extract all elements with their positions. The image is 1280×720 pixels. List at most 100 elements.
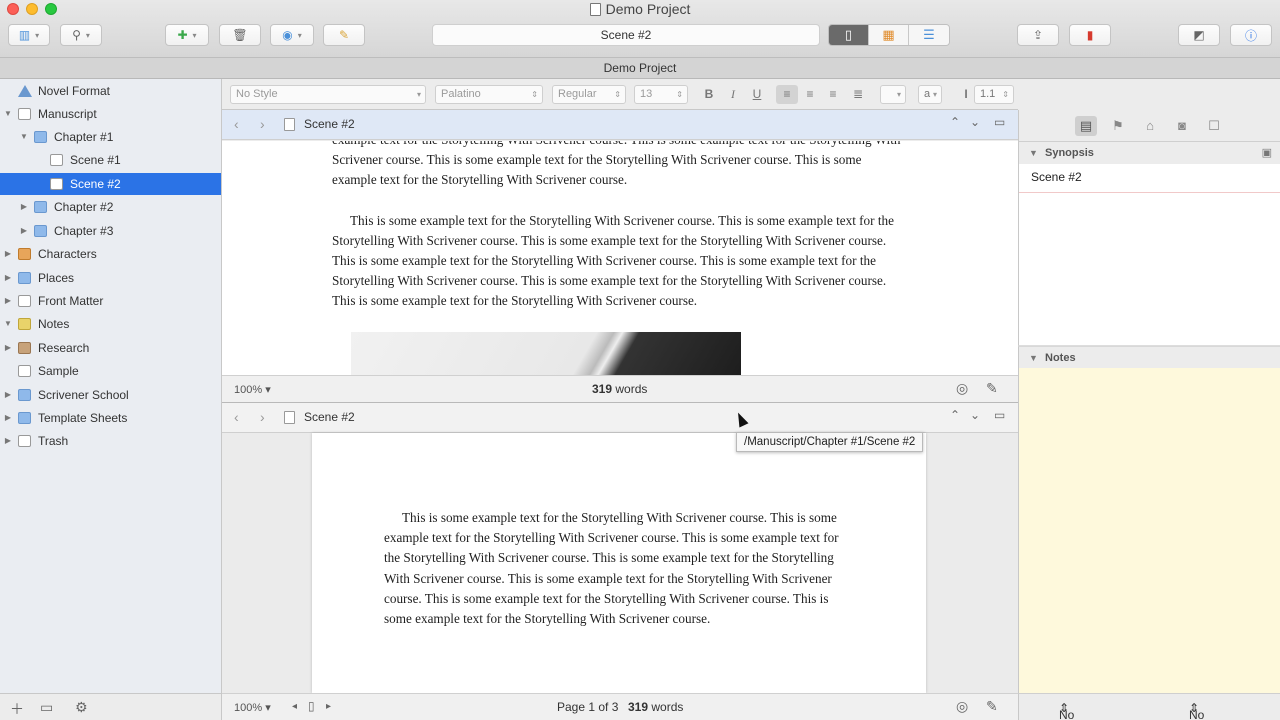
- compile-button[interactable]: ◉ ▾: [270, 24, 314, 46]
- target-icon[interactable]: ◎: [956, 698, 968, 715]
- disclosure-expanded-icon[interactable]: ▼: [3, 103, 13, 125]
- binder-item-notes[interactable]: ▼ Notes: [0, 313, 221, 335]
- align-center-button[interactable]: ≡: [799, 85, 821, 104]
- forward-arrow-icon[interactable]: ›: [260, 409, 265, 425]
- current-document-field[interactable]: Scene #2: [432, 24, 820, 46]
- search-button[interactable]: ⚲ ▾: [60, 24, 102, 46]
- disclosure-collapsed-icon[interactable]: ▶: [3, 267, 13, 289]
- quick-reference-button[interactable]: ✎: [323, 24, 365, 46]
- disclosure-collapsed-icon[interactable]: ▶: [3, 407, 13, 429]
- split-toggle-icon[interactable]: ▭: [994, 408, 1005, 422]
- disclosure-collapsed-icon[interactable]: ▶: [3, 430, 13, 452]
- inspector-toggle-button[interactable]: ⓘ: [1230, 24, 1272, 46]
- previous-document-icon[interactable]: ⌃: [950, 115, 960, 129]
- delete-button[interactable]: 🗑: [219, 24, 261, 46]
- bottom-editor-text[interactable]: This is some example text for the Storyt…: [384, 508, 854, 649]
- notes-panel[interactable]: [1018, 368, 1280, 693]
- add-item-button[interactable]: ✚ ▾: [165, 24, 209, 46]
- binder-item-template-sheets[interactable]: ▶ Template Sheets: [0, 407, 221, 429]
- outliner-view-button[interactable]: ☰: [909, 25, 949, 45]
- previous-document-icon[interactable]: ⌃: [950, 408, 960, 422]
- back-arrow-icon[interactable]: ‹: [234, 116, 239, 132]
- disclosure-collapsed-icon[interactable]: ▶: [19, 196, 29, 218]
- bold-button[interactable]: B: [698, 85, 720, 104]
- line-spacing-select[interactable]: 1.1 ⇕: [974, 85, 1014, 104]
- target-icon[interactable]: ◎: [956, 380, 968, 397]
- previous-page-icon[interactable]: ◂: [292, 701, 297, 712]
- binder-item-chapter-3[interactable]: ▶ Chapter #3: [0, 220, 221, 242]
- binder-item-characters[interactable]: ▶ Characters: [0, 243, 221, 265]
- disclosure-expanded-icon[interactable]: ▼: [1029, 347, 1038, 369]
- binder-item-manuscript[interactable]: ▼ Manuscript: [0, 103, 221, 125]
- top-editor-page[interactable]: example text for the Storytelling With S…: [222, 141, 1018, 375]
- synopsis-title[interactable]: Scene #2: [1031, 170, 1082, 184]
- style-select[interactable]: No Style ▾: [230, 85, 426, 104]
- binder-item-places[interactable]: ▶ Places: [0, 267, 221, 289]
- font-family-select[interactable]: Palatino ⇕: [435, 85, 543, 104]
- forward-arrow-icon[interactable]: ›: [260, 116, 265, 132]
- disclosure-collapsed-icon[interactable]: ▶: [19, 220, 29, 242]
- next-document-icon[interactable]: ⌄: [970, 408, 980, 422]
- italic-button[interactable]: I: [722, 85, 744, 104]
- add-icon[interactable]: ＋: [10, 699, 24, 719]
- binder-item-scene-2[interactable]: Scene #2: [0, 173, 221, 195]
- disclosure-collapsed-icon[interactable]: ▶: [3, 243, 13, 265]
- composition-mode-button[interactable]: ◩: [1178, 24, 1220, 46]
- notes-section-header[interactable]: ▼ Notes: [1018, 346, 1280, 368]
- gear-icon[interactable]: ⚙: [75, 699, 88, 716]
- synopsis-section-header[interactable]: ▼ Synopsis ▣: [1018, 142, 1280, 164]
- back-arrow-icon[interactable]: ‹: [234, 409, 239, 425]
- notebook-icon[interactable]: ▤: [1075, 116, 1097, 136]
- binder-item-chapter-2[interactable]: ▶ Chapter #2: [0, 196, 221, 218]
- snapshots-icon[interactable]: ◙: [1171, 116, 1193, 136]
- align-right-button[interactable]: ≡: [822, 85, 844, 104]
- scrivenings-view-button[interactable]: ▯: [829, 25, 869, 45]
- disclosure-collapsed-icon[interactable]: ▶: [3, 337, 13, 359]
- bookmark-button[interactable]: ▮: [1069, 24, 1111, 46]
- comments-icon[interactable]: ☐: [1203, 116, 1225, 136]
- status-select[interactable]: No Status ⇕: [1189, 701, 1204, 720]
- binder-item-chapter-1[interactable]: ▼ Chapter #1: [0, 126, 221, 148]
- annotation-icon[interactable]: ✎: [986, 698, 998, 715]
- bottom-editor-page[interactable]: This is some example text for the Storyt…: [312, 433, 926, 693]
- binder-item-novel-format[interactable]: Novel Format: [0, 80, 221, 102]
- binder-item-front-matter[interactable]: ▶ Front Matter: [0, 290, 221, 312]
- embedded-image[interactable]: [351, 332, 741, 375]
- binder-item-scrivener-school[interactable]: ▶ Scrivener School: [0, 384, 221, 406]
- top-editor-text[interactable]: example text for the Storytelling With S…: [332, 141, 904, 332]
- share-button[interactable]: ⇪: [1017, 24, 1059, 46]
- bookmarks-icon[interactable]: ⚑: [1107, 116, 1129, 136]
- disclosure-expanded-icon[interactable]: ▼: [3, 313, 13, 335]
- text-color-select[interactable]: a ▾: [918, 85, 942, 104]
- underline-button[interactable]: U: [746, 85, 768, 104]
- font-size-field[interactable]: 13 ⇕: [634, 85, 688, 104]
- synopsis-panel[interactable]: Scene #2: [1018, 164, 1280, 346]
- top-editor-title[interactable]: Scene #2: [304, 117, 355, 131]
- zoom-select[interactable]: 100% ▾: [234, 701, 271, 714]
- disclosure-expanded-icon[interactable]: ▼: [19, 126, 29, 148]
- next-page-icon[interactable]: ▸: [326, 701, 331, 712]
- corkboard-view-button[interactable]: ▦: [869, 25, 909, 45]
- zoom-select[interactable]: 100% ▾: [234, 383, 271, 396]
- disclosure-expanded-icon[interactable]: ▼: [1029, 142, 1038, 164]
- paragraph: This is some example text for the Storyt…: [332, 211, 904, 312]
- binder-item-scene-1[interactable]: Scene #1: [0, 149, 221, 171]
- binder-item-sample[interactable]: Sample: [0, 360, 221, 382]
- metadata-icon[interactable]: ⌂: [1139, 116, 1161, 136]
- add-folder-icon[interactable]: ▭: [40, 699, 53, 716]
- font-weight-select[interactable]: Regular ⇕: [552, 85, 626, 104]
- split-toggle-icon[interactable]: ▭: [994, 115, 1005, 129]
- align-left-button[interactable]: ≡: [776, 85, 798, 104]
- bottom-editor-title[interactable]: Scene #2: [304, 410, 355, 424]
- view-mode-button[interactable]: ▥ ▾: [8, 24, 50, 46]
- next-document-icon[interactable]: ⌄: [970, 115, 980, 129]
- label-select[interactable]: No Label ⇕: [1059, 701, 1074, 720]
- disclosure-collapsed-icon[interactable]: ▶: [3, 290, 13, 312]
- highlight-color-select[interactable]: ▾: [880, 85, 906, 104]
- annotation-icon[interactable]: ✎: [986, 380, 998, 397]
- disclosure-collapsed-icon[interactable]: ▶: [3, 384, 13, 406]
- image-toggle-icon[interactable]: ▣: [1262, 142, 1272, 164]
- binder-item-trash[interactable]: ▶ Trash: [0, 430, 221, 452]
- binder-item-research[interactable]: ▶ Research: [0, 337, 221, 359]
- align-justify-button[interactable]: ≣: [847, 85, 869, 104]
